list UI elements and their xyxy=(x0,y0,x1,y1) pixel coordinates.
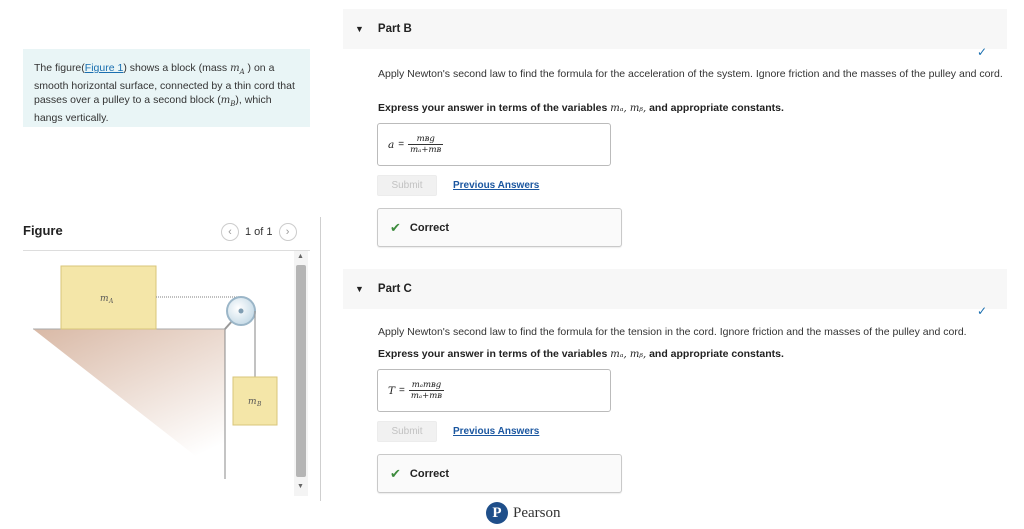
part-b-answer-fraction: mʙg mₐ+mʙ xyxy=(408,134,444,155)
part-b-instr-vars: mₐ, mᵦ, xyxy=(610,103,647,114)
part-c-question: Apply Newton's second law to find the fo… xyxy=(378,326,967,338)
pearson-brand: P Pearson xyxy=(486,502,561,524)
part-b-correct-feedback: ✔ Correct xyxy=(377,208,622,247)
part-c-complete-check-icon: ✓ xyxy=(977,304,988,318)
block-b-label: m xyxy=(248,397,257,407)
figure-title: Figure xyxy=(23,223,63,238)
part-c-instr-end: and appropriate constants. xyxy=(646,348,784,360)
part-b-denominator: mₐ+mʙ xyxy=(408,144,444,155)
part-c-header[interactable]: ▼ Part C xyxy=(343,269,1007,309)
mass-a-letter: m xyxy=(230,63,240,74)
scroll-up-icon[interactable]: ▲ xyxy=(297,253,304,260)
chevron-right-icon[interactable]: › xyxy=(278,223,297,241)
chevron-left-icon[interactable]: ‹ xyxy=(221,223,239,241)
part-c-denominator: mₐ+mʙ xyxy=(408,390,445,401)
pearson-wordmark: Pearson xyxy=(513,504,561,521)
part-c-submit-button[interactable]: Submit xyxy=(377,421,437,442)
part-c-correct-text: Correct xyxy=(409,467,450,480)
scroll-down-icon[interactable]: ▼ xyxy=(297,483,304,490)
pearson-logo-icon: P xyxy=(486,502,508,524)
pulley-axle xyxy=(238,308,244,314)
part-c-title: Part C xyxy=(377,283,412,295)
part-c-instr-vars: mₐ, mᵦ, xyxy=(610,349,647,360)
mass-b-symbol: mB xyxy=(220,95,236,108)
mass-a-symbol: mA xyxy=(230,63,245,76)
check-icon: ✔ xyxy=(390,219,401,235)
figure-link[interactable]: Figure 1 xyxy=(85,62,124,74)
panel-divider xyxy=(320,217,321,501)
part-c-instruction: Express your answer in terms of the vari… xyxy=(378,348,784,360)
part-b-correct-text: Correct xyxy=(409,221,450,234)
part-c-equals: = xyxy=(399,385,405,396)
mass-b-letter: m xyxy=(220,95,231,106)
part-b-instr-end: and appropriate constants. xyxy=(646,102,784,114)
part-b-complete-check-icon: ✓ xyxy=(977,45,988,59)
part-b-previous-answers-link[interactable]: Previous Answers xyxy=(453,180,539,191)
figure-scrollbar[interactable]: ▲ ▼ xyxy=(294,251,308,496)
part-b-submit-button[interactable]: Submit xyxy=(377,175,437,196)
pulley-diagram: m A m B xyxy=(33,265,278,479)
scroll-thumb[interactable] xyxy=(296,265,306,477)
part-b-header[interactable]: ▼ Part B xyxy=(343,9,1007,49)
part-b-numerator: mʙg xyxy=(416,134,435,144)
intro-text-2: ) shows a block (mass xyxy=(123,62,231,74)
part-b-equals: = xyxy=(398,139,405,150)
part-b-answer-var: a xyxy=(388,138,395,151)
intro-text-1: The figure( xyxy=(34,62,85,74)
pager-text: 1 of 1 xyxy=(245,226,273,238)
block-b-sub: B xyxy=(256,401,262,408)
part-b-instr-text: Express your answer in terms of the vari… xyxy=(378,102,611,114)
part-c-correct-feedback: ✔ Correct xyxy=(377,454,622,493)
part-c-answer-var: T xyxy=(388,384,396,397)
figure-pager: ‹ 1 of 1 › xyxy=(221,223,297,241)
part-b-instruction: Express your answer in terms of the vari… xyxy=(378,102,784,114)
part-c-previous-answers-link[interactable]: Previous Answers xyxy=(453,426,539,437)
part-c-answer-box[interactable]: T = mₐmʙg mₐ+mʙ xyxy=(377,369,611,412)
check-icon: ✔ xyxy=(390,465,401,481)
part-b-answer-box[interactable]: a = mʙg mₐ+mʙ xyxy=(377,123,611,166)
page: The figure(Figure 1) shows a block (mass… xyxy=(0,0,1024,529)
part-b-question: Apply Newton's second law to find the fo… xyxy=(378,68,1003,80)
part-c-numerator: mₐmʙg xyxy=(411,380,442,390)
caret-down-icon: ▼ xyxy=(355,24,364,34)
problem-intro: The figure(Figure 1) shows a block (mass… xyxy=(23,49,310,127)
block-a-label: m xyxy=(100,294,109,304)
part-c-instr-text: Express your answer in terms of the vari… xyxy=(378,348,611,360)
part-b-title: Part B xyxy=(377,23,412,35)
caret-down-icon: ▼ xyxy=(355,284,364,294)
figure-image: m A m B xyxy=(23,251,293,496)
block-a-sub: A xyxy=(108,298,114,305)
part-c-answer-fraction: mₐmʙg mₐ+mʙ xyxy=(408,380,445,401)
table-surface xyxy=(33,329,225,479)
